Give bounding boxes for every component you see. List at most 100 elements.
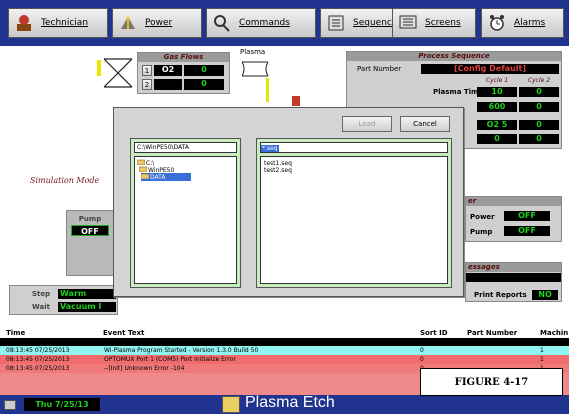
seq-row4-cycle1: 0 [477,134,517,144]
pump-status-value[interactable]: OFF [504,226,550,236]
seq-row3-cycle1: O2 5 [477,120,517,130]
screens-label: Screens [425,18,461,28]
plasma-time-cycle1: 10 [477,87,517,97]
gas-value: 0 [184,79,224,90]
cycle1-label: Cycle 1 [485,77,509,84]
file-pane: *.seq test1.seq test2.seq [256,138,452,288]
technician-icon [13,13,35,33]
wait-label: Wait [32,303,50,311]
cancel-button[interactable]: Cancel [400,116,450,132]
gas-name: O2 [154,65,182,76]
commands-button[interactable]: Commands [206,8,316,38]
part-number-value: [Config Default] [421,64,559,74]
event-time: 08:13:45 07/25/2013 [6,365,70,372]
gas-num[interactable]: 2 [142,79,152,90]
screens-icon [397,13,419,33]
seq-row2-cycle2: 0 [519,102,559,112]
seq-row4-cycle2: 0 [519,134,559,144]
gas-flows-title: Gas Flows [138,53,229,62]
event-text: OPTOMUX Port 1 (COM5) Port Initialize Er… [104,356,236,363]
plasma-time-cycle2: 0 [519,87,559,97]
folder-list[interactable]: C:\ WinPE50 DATA [134,156,237,284]
process-sequence-title: Process Sequence [347,52,561,61]
alarms-label: Alarms [514,18,546,28]
figure-label: FIGURE 4-17 [420,368,563,396]
app-title: Plasma Etch [245,394,335,411]
pump-panel: Pump OFF [66,210,114,276]
print-reports-label: Print Reports [474,291,527,299]
valve-icon [100,55,136,93]
step-label: Step [32,290,51,298]
step-panel: Step Warm Wait Vacuum I [9,285,118,315]
file-item[interactable]: test1.seq [264,160,292,167]
keyboard-icon[interactable] [4,400,16,410]
seq-row3-cycle2: 0 [519,120,559,130]
wait-value: Vacuum I [58,302,116,312]
gas-name [154,79,182,90]
gas-row-2: 2 0 [142,79,226,90]
load-file-dialog: Load Cancel C:\WinPE50\DATA C:\ WinPE50 [113,107,464,297]
power-panel: er Power OFF Pump OFF [465,196,562,242]
technician-button[interactable]: Technician [8,8,108,38]
part-number-header: Part Number [467,329,518,337]
power-label: Power [470,213,495,221]
plasma-line [266,78,269,102]
event-row[interactable]: 08:13:45 07/25/2013 Wi-Plasma Program St… [0,346,569,355]
power-panel-title: er [466,197,561,206]
file-item[interactable]: test2.seq [264,167,292,174]
event-machine: 1 [540,347,544,354]
event-row[interactable]: 08:13:45 07/25/2013 OPTOMUX Port 1 (COM5… [0,355,569,364]
plasma-time-label: Plasma Time [433,88,484,96]
folder-name: DATA [150,173,166,181]
gas-num[interactable]: 1 [142,65,152,76]
pump-status-label: Pump [470,228,493,236]
step-value: Warm [58,289,116,299]
event-sort-id: 0 [420,356,424,363]
alarms-button[interactable]: Alarms [481,8,564,38]
print-reports-value[interactable]: NO [532,290,558,300]
load-button[interactable]: Load [342,116,392,132]
gas-line [97,60,101,76]
part-number-label: Part Number [357,65,402,73]
plasma-etch-logo [222,396,240,413]
indicator-light [292,96,300,106]
open-folder-icon [140,173,150,181]
file-list[interactable]: test1.seq test2.seq [260,156,448,284]
event-machine: 1 [540,356,544,363]
screens-button[interactable]: Screens [392,8,476,38]
event-text: --[Init] Unknown Error -104 [104,365,185,372]
sort-id-header: Sort ID [420,329,448,337]
alarms-icon [486,13,508,33]
commands-icon [211,13,233,33]
event-text-header: Event Text [103,329,145,337]
filter-field[interactable]: *.seq [260,142,448,153]
pump-value[interactable]: OFF [71,225,109,236]
seq-row2-cycle1: 600 [477,102,517,112]
power-icon [117,13,139,33]
messages-panel-title: essages [466,263,561,272]
power-label: Power [145,18,173,28]
event-header-row: Time Event Text Sort ID Part Number Mach… [0,328,569,338]
status-bar: Thu 7/25/13 Plasma Etch [0,394,569,414]
simulation-mode-text: Simulation Mode [30,176,100,185]
machine-header: Machin [540,329,569,337]
event-text: Wi-Plasma Program Started - Version 1.3.… [104,347,259,354]
gas-value: 0 [184,65,224,76]
event-time: 08:13:45 07/25/2013 [6,356,70,363]
power-value[interactable]: OFF [504,211,550,221]
gas-flows-panel: Gas Flows 1 O2 0 2 0 [137,52,230,94]
technician-label: Technician [41,18,89,28]
power-button[interactable]: Power [112,8,202,38]
commands-label: Commands [239,18,290,28]
filter-value: *.seq [261,145,279,152]
sequence-label: Sequence [353,18,398,28]
status-date: Thu 7/25/13 [24,398,100,411]
cycle2-label: Cycle 2 [527,77,551,84]
path-field[interactable]: C:\WinPE50\DATA [134,142,237,153]
gas-row-1: 1 O2 0 [142,65,226,76]
messages-panel: essages Print Reports NO [465,262,562,302]
plasma-label: Plasma [240,48,266,56]
event-row-blank [0,338,569,346]
folder-item-selected[interactable]: DATA [140,173,191,181]
pump-label: Pump [78,215,102,223]
